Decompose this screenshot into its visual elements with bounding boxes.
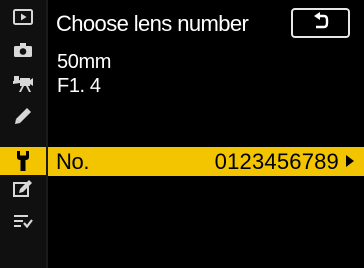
setup-tab[interactable] — [0, 147, 46, 175]
custom-settings-tab[interactable] — [4, 102, 42, 130]
page-title: Choose lens number — [56, 11, 249, 36]
lens-number-row[interactable]: No. 0123456789 — [48, 147, 364, 176]
wrench-icon — [16, 150, 30, 172]
lens-number-value: 0123456789 — [214, 149, 339, 174]
movie-camera-icon — [12, 73, 34, 93]
pencil-icon — [14, 107, 32, 125]
my-menu-icon — [13, 213, 33, 229]
my-menu-tab[interactable] — [4, 207, 42, 235]
retouch-tab[interactable] — [4, 174, 42, 202]
menu-screen: Choose lens number 50mm F1. 4 No. 012345… — [0, 0, 364, 268]
movie-shooting-tab[interactable] — [4, 69, 42, 97]
menu-tab-sidebar — [0, 0, 46, 268]
lens-focal-length: 50mm — [57, 51, 111, 73]
photo-shooting-tab[interactable] — [4, 36, 42, 64]
right-arrow-icon — [346, 155, 354, 167]
return-icon — [313, 12, 329, 34]
camera-icon — [13, 42, 33, 58]
lens-aperture: F1. 4 — [57, 75, 101, 97]
back-button[interactable] — [291, 8, 350, 38]
lens-number-label: No. — [56, 149, 90, 174]
playback-icon — [13, 9, 33, 25]
retouch-icon — [13, 179, 33, 197]
playback-tab[interactable] — [4, 3, 42, 31]
sidebar-divider — [46, 0, 48, 268]
